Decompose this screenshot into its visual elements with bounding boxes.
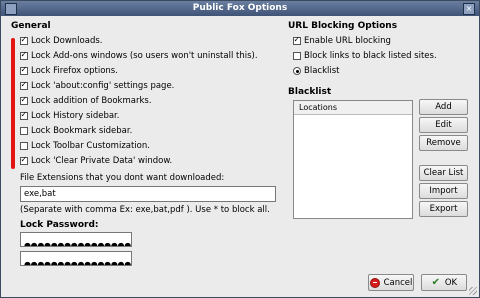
option-label: Lock History sidebar. [31, 111, 120, 121]
checkbox[interactable] [293, 52, 301, 60]
option-label: Lock 'Clear Private Data' window. [31, 156, 173, 166]
radio-button[interactable] [293, 67, 301, 75]
clear-list-button[interactable]: Clear List [419, 165, 468, 181]
options-window: Public Fox Options × General Lock Downlo… [0, 0, 480, 298]
blacklist-section-title: Blacklist [288, 87, 332, 97]
checkbox[interactable] [20, 80, 28, 90]
option-label: Lock Toolbar Customization. [31, 141, 150, 151]
checkbox[interactable] [20, 127, 28, 135]
option-lock-addons[interactable]: Lock Add-ons windows (so users won't uni… [20, 49, 258, 63]
option-label: Lock 'about:config' settings page. [31, 81, 175, 91]
block-links-label: Block links to black listed sites. [304, 51, 437, 61]
close-icon[interactable]: × [463, 3, 475, 15]
checkbox[interactable] [20, 50, 28, 60]
remove-button[interactable]: Remove [419, 135, 468, 151]
checkmark-icon: ✔ [431, 276, 441, 288]
edit-button[interactable]: Edit [419, 117, 468, 133]
option-lock-firefox-options[interactable]: Lock Firefox options. [20, 64, 118, 78]
url-blocking-section-title: URL Blocking Options [288, 21, 398, 31]
resize-grip-icon[interactable] [469, 287, 477, 295]
checkbox[interactable] [20, 65, 28, 75]
title-bar[interactable]: Public Fox Options × [1, 1, 479, 16]
locations-column-header[interactable]: Locations [294, 101, 412, 115]
checkbox[interactable] [20, 95, 28, 105]
option-label: Lock Add-ons windows (so users won't uni… [31, 51, 258, 61]
checkbox[interactable] [20, 110, 28, 120]
checkbox[interactable] [20, 142, 28, 150]
ok-label: OK [444, 277, 458, 288]
extensions-help: (Separate with comma Ex: exe,bat,pdf ). … [20, 205, 270, 215]
cancel-button[interactable]: Cancel [368, 274, 414, 291]
option-lock-about-config[interactable]: Lock 'about:config' settings page. [20, 79, 174, 93]
window-title: Public Fox Options [192, 3, 288, 13]
general-section-title: General [11, 21, 51, 31]
option-label: Lock Downloads. [31, 36, 103, 46]
option-lock-downloads[interactable]: Lock Downloads. [20, 34, 102, 48]
block-links-option[interactable]: Block links to black listed sites. [293, 49, 437, 63]
enable-url-blocking-label: Enable URL blocking [304, 36, 391, 46]
option-lock-clear-private-data[interactable]: Lock 'Clear Private Data' window. [20, 154, 172, 168]
stop-icon [369, 277, 380, 288]
cancel-label: Cancel [383, 277, 413, 288]
option-label: Lock Firefox options. [31, 66, 118, 76]
password-mask: ●●●●●●●●●●●●●●●●●●●● [24, 241, 131, 247]
checkbox[interactable] [293, 35, 301, 45]
enable-url-blocking[interactable]: Enable URL blocking [293, 34, 391, 48]
option-lock-toolbar-customization[interactable]: Lock Toolbar Customization. [20, 139, 150, 153]
blacklist-locations-list[interactable]: Locations [293, 100, 413, 219]
blacklist-radio-label: Blacklist [304, 66, 340, 76]
checkbox[interactable] [20, 35, 28, 45]
add-button[interactable]: Add [419, 99, 468, 115]
option-lock-history-sidebar[interactable]: Lock History sidebar. [20, 109, 119, 123]
option-lock-bookmark-sidebar[interactable]: Lock Bookmark sidebar. [20, 124, 132, 138]
import-button[interactable]: Import [419, 183, 468, 199]
option-label: Lock addition of Bookmarks. [31, 96, 152, 106]
option-label: Lock Bookmark sidebar. [31, 126, 133, 136]
ok-button[interactable]: ✔ OK [421, 274, 467, 291]
checkbox[interactable] [20, 155, 28, 165]
option-lock-add-bookmarks[interactable]: Lock addition of Bookmarks. [20, 94, 152, 108]
extensions-label: File Extensions that you dont want downl… [20, 173, 225, 183]
extensions-input[interactable]: exe,bat [20, 186, 276, 202]
password-field[interactable]: ●●●●●●●●●●●●●●●●●●●● [20, 232, 132, 247]
export-button[interactable]: Export [419, 201, 468, 217]
confirm-password-field[interactable]: ●●●●●●●●●●●●●●●●●●●● [20, 251, 132, 266]
lock-password-label: Lock Password: [20, 220, 99, 230]
confirm-password-mask: ●●●●●●●●●●●●●●●●●●●● [24, 260, 131, 266]
highlight-bar [11, 38, 15, 169]
blacklist-radio-option[interactable]: Blacklist [293, 64, 339, 78]
